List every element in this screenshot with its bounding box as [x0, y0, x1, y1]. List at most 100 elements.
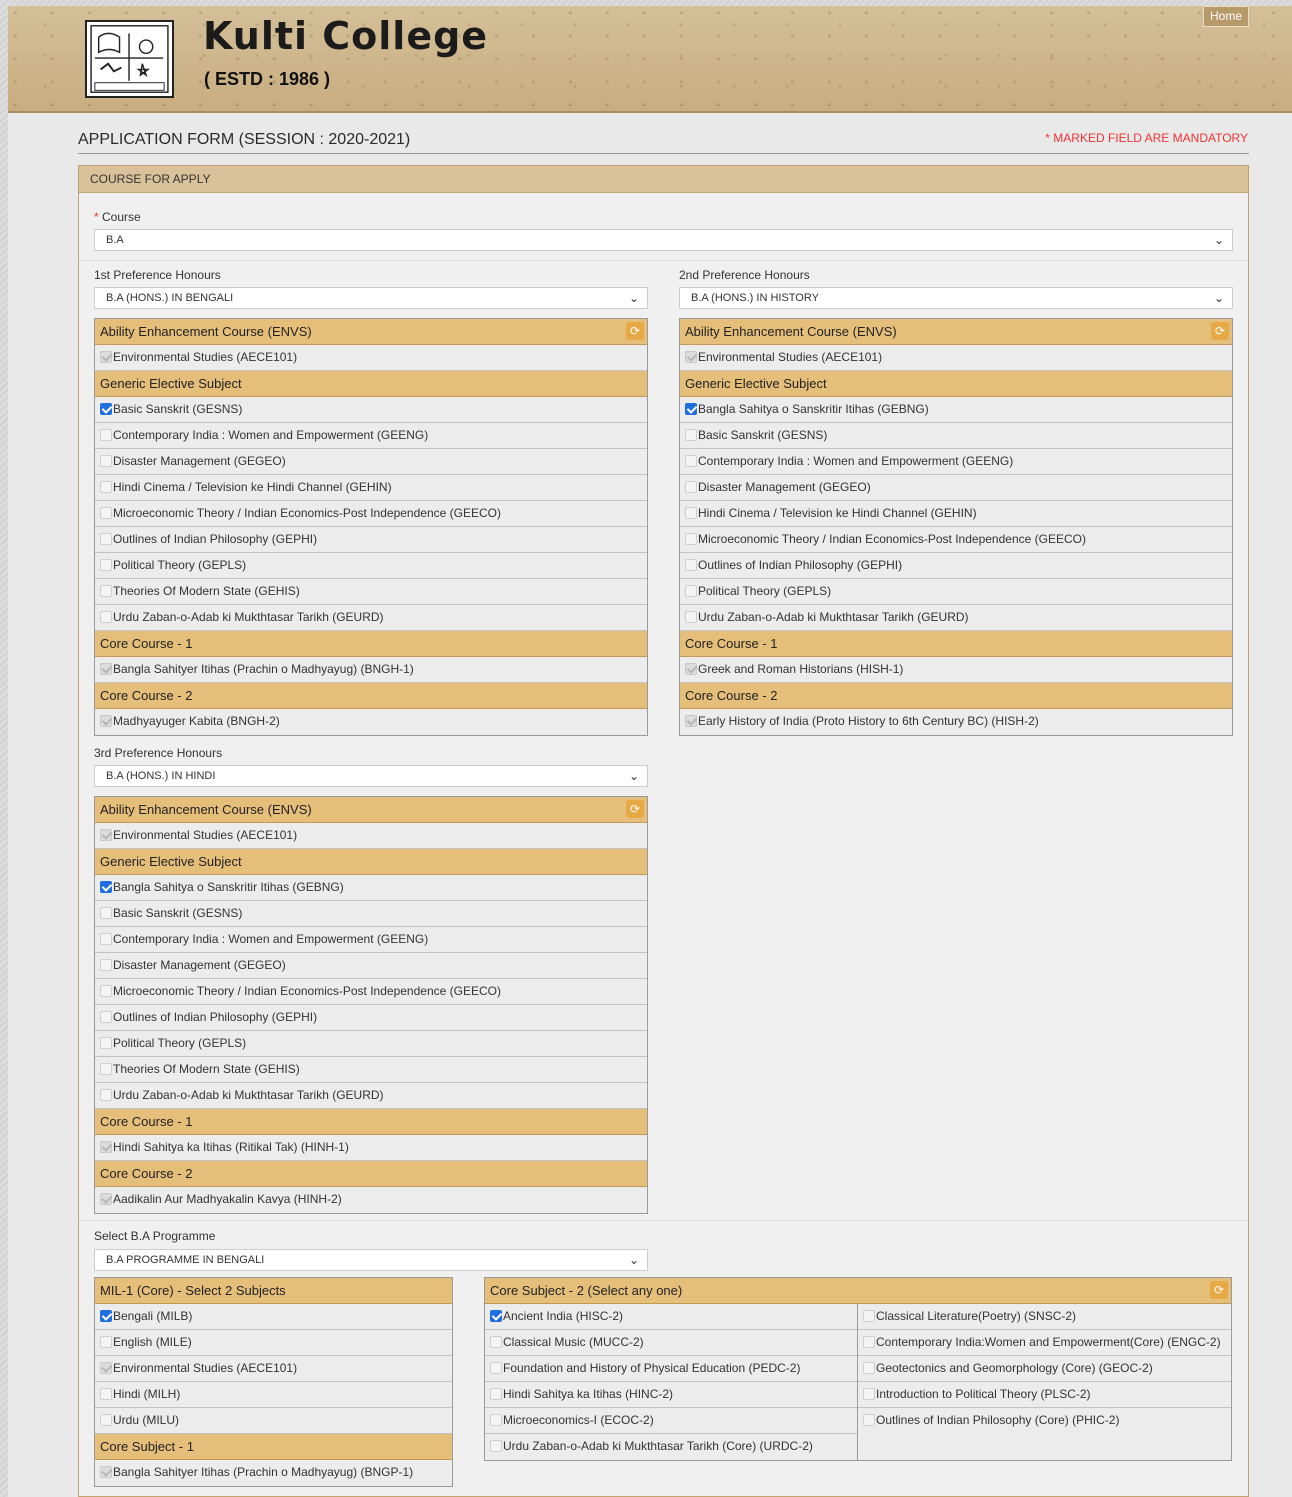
- subject-option[interactable]: Theories Of Modern State (GEHIS): [95, 579, 647, 605]
- subject-checkbox[interactable]: [100, 611, 112, 623]
- subject-checkbox[interactable]: [100, 1414, 112, 1426]
- pref1-select[interactable]: B.A (HONS.) IN BENGALI ⌄: [94, 287, 648, 309]
- subject-option[interactable]: Hindi Sahitya ka Itihas (HINC-2): [485, 1382, 857, 1408]
- refresh-icon[interactable]: ⟳: [626, 800, 644, 818]
- subject-option[interactable]: Basic Sanskrit (GESNS): [95, 901, 647, 927]
- subject-option[interactable]: Disaster Management (GEGEO): [95, 449, 647, 475]
- subject-checkbox[interactable]: [100, 585, 112, 597]
- subject-option[interactable]: Political Theory (GEPLS): [680, 579, 1232, 605]
- subject-checkbox[interactable]: [685, 559, 697, 571]
- subject-option[interactable]: Classical Literature(Poetry) (SNSC-2): [858, 1304, 1231, 1330]
- subject-option[interactable]: Greek and Roman Historians (HISH-1): [680, 657, 1232, 683]
- subject-option[interactable]: Classical Music (MUCC-2): [485, 1330, 857, 1356]
- subject-checkbox[interactable]: [100, 507, 112, 519]
- subject-option[interactable]: Political Theory (GEPLS): [95, 553, 647, 579]
- refresh-icon[interactable]: ⟳: [626, 322, 644, 340]
- subject-checkbox[interactable]: [685, 533, 697, 545]
- subject-option[interactable]: Outlines of Indian Philosophy (GEPHI): [95, 527, 647, 553]
- subject-option[interactable]: English (MILE): [95, 1330, 452, 1356]
- subject-checkbox[interactable]: [100, 907, 112, 919]
- subject-option[interactable]: Environmental Studies (AECE101): [95, 345, 647, 371]
- subject-checkbox[interactable]: [490, 1336, 502, 1348]
- subject-option[interactable]: Microeconomic Theory / Indian Economics-…: [95, 501, 647, 527]
- subject-option[interactable]: Outlines of Indian Philosophy (Core) (PH…: [858, 1408, 1231, 1434]
- subject-checkbox[interactable]: [490, 1388, 502, 1400]
- subject-option[interactable]: Outlines of Indian Philosophy (GEPHI): [680, 553, 1232, 579]
- subject-checkbox[interactable]: [685, 585, 697, 597]
- subject-option[interactable]: Introduction to Political Theory (PLSC-2…: [858, 1382, 1231, 1408]
- pref2-select[interactable]: B.A (HONS.) IN HISTORY ⌄: [679, 287, 1233, 309]
- subject-checkbox[interactable]: [100, 403, 112, 415]
- subject-option[interactable]: Disaster Management (GEGEO): [680, 475, 1232, 501]
- subject-checkbox[interactable]: [100, 1037, 112, 1049]
- subject-checkbox[interactable]: [685, 429, 697, 441]
- subject-option[interactable]: Hindi Sahitya ka Itihas (Ritikal Tak) (H…: [95, 1135, 647, 1161]
- subject-option[interactable]: Hindi (MILH): [95, 1382, 452, 1408]
- subject-checkbox[interactable]: [100, 533, 112, 545]
- subject-checkbox[interactable]: [100, 559, 112, 571]
- subject-option[interactable]: Urdu Zaban-o-Adab ki Mukthtasar Tarikh (…: [485, 1434, 857, 1460]
- subject-option[interactable]: Contemporary India : Women and Empowerme…: [680, 449, 1232, 475]
- subject-option[interactable]: Hindi Cinema / Television ke Hindi Chann…: [95, 475, 647, 501]
- subject-checkbox[interactable]: [863, 1310, 875, 1322]
- subject-checkbox[interactable]: [863, 1414, 875, 1426]
- subject-option[interactable]: Early History of India (Proto History to…: [680, 709, 1232, 735]
- subject-option[interactable]: Urdu Zaban-o-Adab ki Mukthtasar Tarikh (…: [95, 605, 647, 631]
- subject-checkbox[interactable]: [100, 1011, 112, 1023]
- pref3-select[interactable]: B.A (HONS.) IN HINDI ⌄: [94, 765, 648, 787]
- subject-checkbox[interactable]: [100, 1063, 112, 1075]
- subject-option[interactable]: Outlines of Indian Philosophy (GEPHI): [95, 1005, 647, 1031]
- subject-option[interactable]: Urdu Zaban-o-Adab ki Mukthtasar Tarikh (…: [95, 1083, 647, 1109]
- subject-option[interactable]: Contemporary India:Women and Empowerment…: [858, 1330, 1231, 1356]
- subject-option[interactable]: Microeconomic Theory / Indian Economics-…: [95, 979, 647, 1005]
- subject-checkbox[interactable]: [863, 1388, 875, 1400]
- subject-checkbox[interactable]: [685, 611, 697, 623]
- subject-checkbox[interactable]: [100, 959, 112, 971]
- refresh-icon[interactable]: ⟳: [1211, 322, 1229, 340]
- subject-option[interactable]: Basic Sanskrit (GESNS): [95, 397, 647, 423]
- subject-checkbox[interactable]: [490, 1440, 502, 1452]
- subject-checkbox[interactable]: [100, 1310, 112, 1322]
- prog-select[interactable]: B.A PROGRAMME IN BENGALI ⌄: [94, 1249, 648, 1271]
- home-link[interactable]: Home: [1202, 6, 1249, 27]
- subject-option[interactable]: Microeconomic Theory / Indian Economics-…: [680, 527, 1232, 553]
- subject-checkbox[interactable]: [685, 455, 697, 467]
- subject-option[interactable]: Urdu (MILU): [95, 1408, 452, 1434]
- refresh-icon[interactable]: ⟳: [1210, 1281, 1228, 1299]
- subject-option[interactable]: Madhyayuger Kabita (BNGH-2): [95, 709, 647, 735]
- subject-checkbox[interactable]: [100, 1336, 112, 1348]
- subject-checkbox[interactable]: [100, 881, 112, 893]
- subject-option[interactable]: Bangla Sahityer Itihas (Prachin o Madhya…: [95, 657, 647, 683]
- subject-option[interactable]: Bangla Sahitya o Sanskritir Itihas (GEBN…: [680, 397, 1232, 423]
- subject-checkbox[interactable]: [685, 403, 697, 415]
- subject-checkbox[interactable]: [100, 933, 112, 945]
- subject-checkbox[interactable]: [490, 1310, 502, 1322]
- course-select[interactable]: B.A ⌄: [94, 229, 1233, 251]
- subject-option[interactable]: Geotectonics and Geomorphology (Core) (G…: [858, 1356, 1231, 1382]
- subject-option[interactable]: Foundation and History of Physical Educa…: [485, 1356, 857, 1382]
- subject-option[interactable]: Hindi Cinema / Television ke Hindi Chann…: [680, 501, 1232, 527]
- subject-checkbox[interactable]: [490, 1414, 502, 1426]
- subject-checkbox[interactable]: [100, 481, 112, 493]
- subject-option[interactable]: Aadikalin Aur Madhyakalin Kavya (HINH-2): [95, 1187, 647, 1213]
- subject-checkbox[interactable]: [863, 1336, 875, 1348]
- subject-option[interactable]: Bangla Sahityer Itihas (Prachin o Madhya…: [95, 1460, 452, 1486]
- subject-option[interactable]: Contemporary India : Women and Empowerme…: [95, 423, 647, 449]
- subject-option[interactable]: Bengali (MILB): [95, 1304, 452, 1330]
- subject-option[interactable]: Bangla Sahitya o Sanskritir Itihas (GEBN…: [95, 875, 647, 901]
- subject-option[interactable]: Environmental Studies (AECE101): [95, 823, 647, 849]
- subject-checkbox[interactable]: [100, 429, 112, 441]
- subject-option[interactable]: Basic Sanskrit (GESNS): [680, 423, 1232, 449]
- subject-option[interactable]: Microeconomics-I (ECOC-2): [485, 1408, 857, 1434]
- subject-option[interactable]: Environmental Studies (AECE101): [95, 1356, 452, 1382]
- subject-option[interactable]: Environmental Studies (AECE101): [680, 345, 1232, 371]
- subject-checkbox[interactable]: [100, 1089, 112, 1101]
- subject-checkbox[interactable]: [100, 985, 112, 997]
- subject-checkbox[interactable]: [685, 507, 697, 519]
- subject-option[interactable]: Urdu Zaban-o-Adab ki Mukthtasar Tarikh (…: [680, 605, 1232, 631]
- subject-option[interactable]: Theories Of Modern State (GEHIS): [95, 1057, 647, 1083]
- subject-checkbox[interactable]: [490, 1362, 502, 1374]
- subject-checkbox[interactable]: [100, 455, 112, 467]
- subject-checkbox[interactable]: [100, 1388, 112, 1400]
- subject-checkbox[interactable]: [685, 481, 697, 493]
